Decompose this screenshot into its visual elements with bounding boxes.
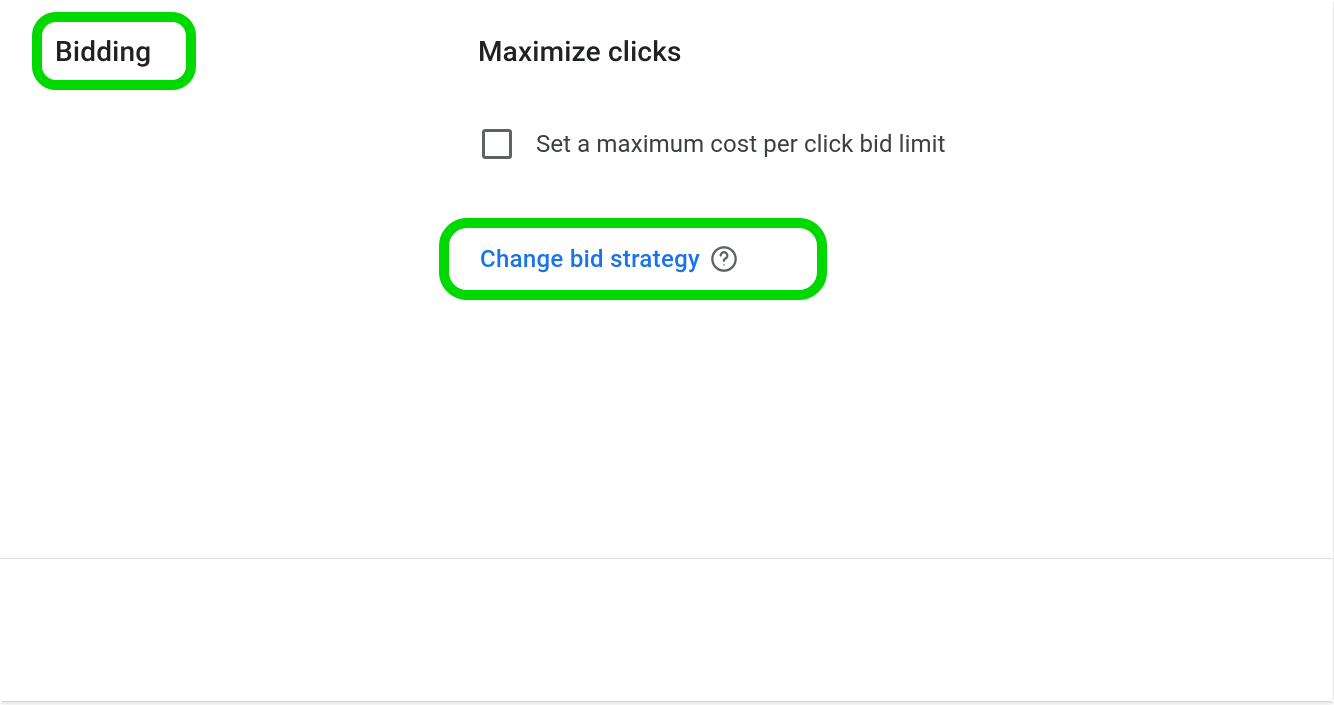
max-cpc-limit-label: Set a maximum cost per click bid limit: [536, 130, 946, 158]
bidding-bottom-section: [0, 559, 1334, 702]
change-bid-strategy-link[interactable]: Change bid strategy: [480, 245, 700, 273]
section-title-bidding: Bidding: [55, 35, 151, 69]
max-cpc-limit-row: Set a maximum cost per click bid limit: [482, 129, 946, 159]
bidding-content-column: Maximize clicks Set a maximum cost per c…: [478, 35, 946, 273]
bid-strategy-name: Maximize clicks: [478, 35, 946, 69]
max-cpc-limit-checkbox[interactable]: [482, 129, 512, 159]
change-bid-strategy-row: Change bid strategy: [480, 245, 946, 273]
help-icon[interactable]: [710, 245, 738, 273]
bidding-settings-card: Bidding Maximize clicks Set a maximum co…: [0, 0, 1334, 702]
bidding-top-section: Bidding Maximize clicks Set a maximum co…: [0, 0, 1334, 559]
